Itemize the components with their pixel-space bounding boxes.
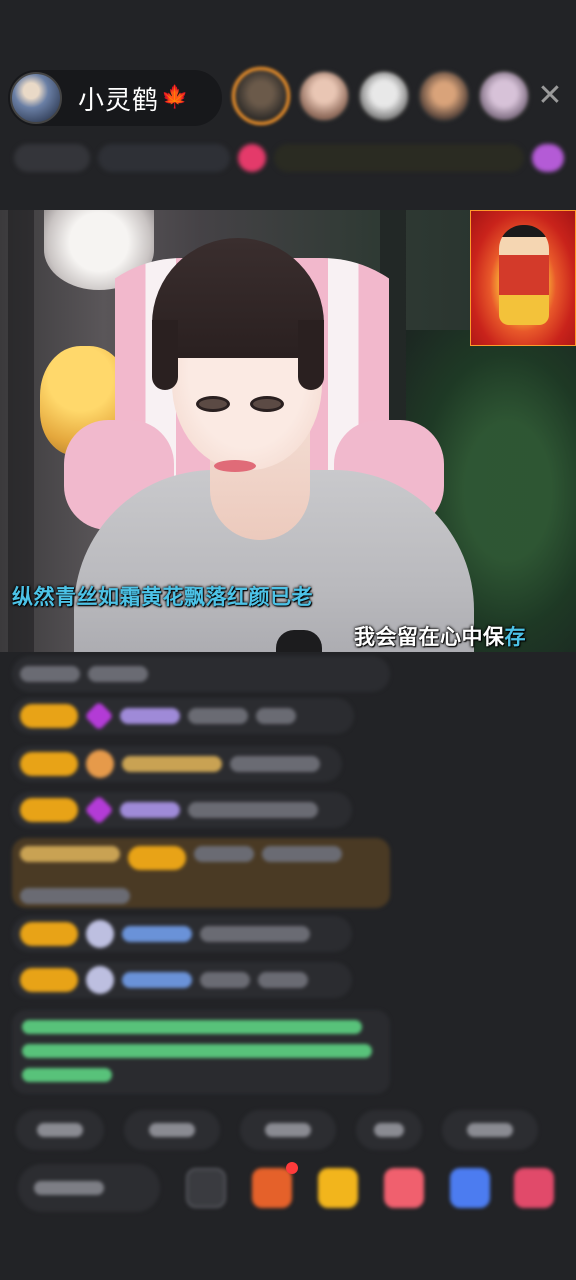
quick-reply-chip[interactable] bbox=[442, 1110, 538, 1150]
quick-reply-chip[interactable] bbox=[356, 1110, 422, 1150]
emoji-icon[interactable] bbox=[186, 1168, 226, 1208]
viewer-avatar[interactable] bbox=[478, 70, 530, 122]
quick-reply-chip[interactable] bbox=[16, 1110, 104, 1150]
viewer-avatar-list bbox=[232, 67, 530, 125]
user-avatar bbox=[86, 750, 114, 778]
level-badge bbox=[20, 704, 78, 728]
close-button[interactable]: ✕ bbox=[534, 80, 566, 112]
event-banner[interactable] bbox=[274, 144, 524, 172]
chat-message[interactable] bbox=[12, 916, 352, 952]
chat-message[interactable] bbox=[12, 656, 390, 692]
gift-icon[interactable] bbox=[318, 1168, 358, 1208]
chat-message[interactable] bbox=[12, 746, 342, 782]
lyric-line-2-main: 我会留在心中保 bbox=[354, 625, 505, 649]
rank-chip[interactable] bbox=[14, 144, 90, 172]
user-avatar bbox=[86, 966, 114, 994]
live-video[interactable]: 纵然青丝如霜黄花飘落红颜已老 我会留在心中保存 bbox=[0, 210, 576, 652]
comment-input[interactable] bbox=[18, 1164, 160, 1212]
viewer-avatar[interactable] bbox=[232, 67, 290, 125]
chat-message[interactable] bbox=[12, 792, 352, 828]
maple-leaf-icon: 🍁 bbox=[161, 85, 189, 110]
bottom-toolbar bbox=[0, 1162, 576, 1214]
chat-message[interactable] bbox=[12, 698, 354, 734]
hair-side bbox=[152, 320, 178, 390]
system-notice[interactable] bbox=[12, 1010, 390, 1094]
host-avatar[interactable] bbox=[10, 72, 62, 124]
hair-side bbox=[298, 320, 324, 390]
lyric-line-2: 我会留在心中保存 bbox=[354, 621, 526, 651]
heart-icon[interactable] bbox=[238, 144, 266, 172]
lyric-line-2-highlight: 存 bbox=[504, 625, 526, 649]
level-badge bbox=[20, 922, 78, 946]
viewer-avatar[interactable] bbox=[418, 70, 470, 122]
badge-icon[interactable] bbox=[532, 144, 564, 172]
wealth-god-sticker[interactable] bbox=[470, 210, 576, 346]
level-badge bbox=[20, 798, 78, 822]
quick-reply-bar bbox=[16, 1110, 576, 1150]
fans-chip[interactable] bbox=[98, 144, 230, 172]
user-avatar bbox=[86, 920, 114, 948]
gem-icon bbox=[84, 795, 114, 825]
level-badge bbox=[20, 968, 78, 992]
room-status-strip bbox=[14, 140, 566, 176]
microphone bbox=[276, 630, 322, 652]
viewer-avatar[interactable] bbox=[298, 70, 350, 122]
gem-icon bbox=[84, 701, 114, 731]
level-badge bbox=[20, 752, 78, 776]
level-badge bbox=[128, 846, 186, 870]
gamepad-icon[interactable] bbox=[450, 1168, 490, 1208]
quick-reply-chip[interactable] bbox=[124, 1110, 220, 1150]
lyric-line-1: 纵然青丝如霜黄花飘落红颜已老 bbox=[12, 585, 313, 609]
wealth-god-figure bbox=[499, 225, 549, 325]
streamer-lips bbox=[214, 460, 256, 472]
shop-icon[interactable] bbox=[252, 1168, 292, 1208]
chat-message-highlight[interactable] bbox=[12, 838, 390, 908]
more-icon[interactable] bbox=[514, 1168, 554, 1208]
notification-dot bbox=[286, 1162, 298, 1174]
streamer-eye bbox=[196, 396, 230, 412]
lucky-bag-icon[interactable] bbox=[384, 1168, 424, 1208]
viewer-avatar[interactable] bbox=[358, 70, 410, 122]
host-name: 小灵鹤 bbox=[78, 85, 160, 116]
quick-reply-chip[interactable] bbox=[240, 1110, 336, 1150]
streamer-eye bbox=[250, 396, 284, 412]
host-info-pill[interactable]: 小灵鹤 🍁 bbox=[8, 70, 222, 126]
top-bar: 小灵鹤 🍁 ✕ bbox=[0, 62, 576, 134]
chat-message[interactable] bbox=[12, 962, 352, 998]
